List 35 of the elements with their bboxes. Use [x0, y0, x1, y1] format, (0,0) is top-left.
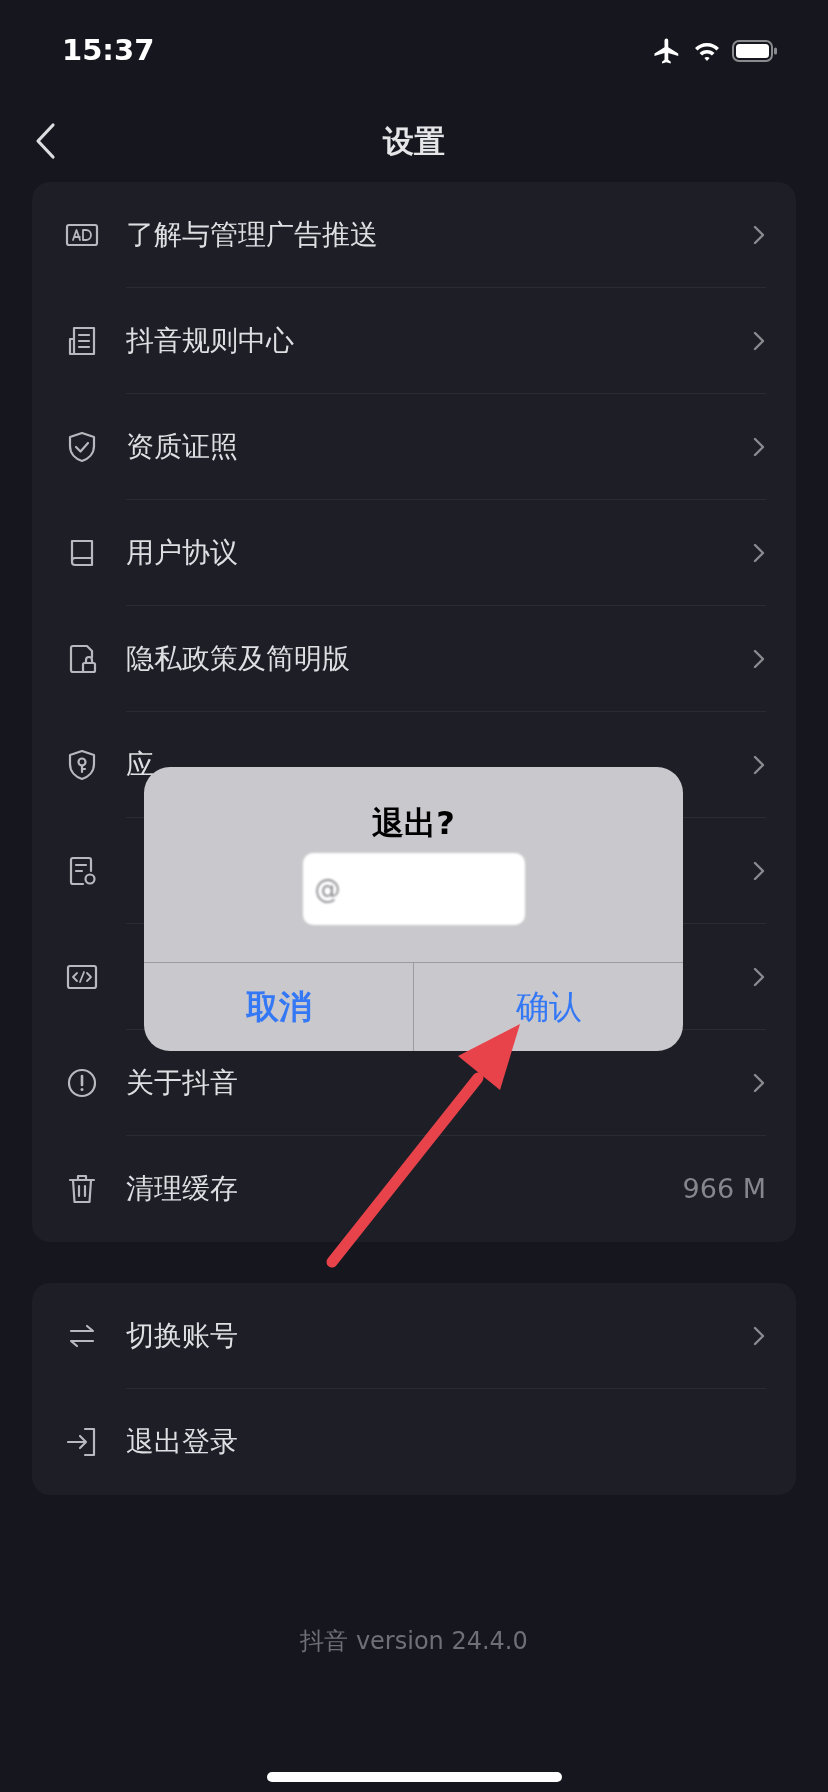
row-label: 关于抖音 [126, 1064, 238, 1101]
status-time: 15:37 [62, 32, 155, 70]
row-label: 清理缓存 [126, 1171, 238, 1207]
chevron-right-icon [752, 647, 766, 670]
row-label: 切换账号 [126, 1317, 238, 1354]
chevron-right-icon [752, 435, 766, 458]
chevron-right-icon [752, 753, 766, 776]
settings-row[interactable]: 了解与管理广告推送 [32, 182, 796, 288]
row-label: 退出登录 [126, 1424, 238, 1460]
settings-row[interactable]: 隐私政策及简明版 [32, 606, 796, 712]
row-label: 了解与管理广告推送 [126, 216, 378, 253]
row-label: 资质证照 [126, 428, 238, 465]
chevron-right-icon [752, 859, 766, 882]
settings-row[interactable]: 抖音规则中心 [32, 288, 796, 394]
dialog-subtitle: @ [314, 872, 341, 906]
battery-icon [732, 39, 778, 63]
page-title: 设置 [383, 121, 445, 161]
chevron-right-icon [752, 223, 766, 246]
row-label: 抖音规则中心 [126, 322, 294, 359]
row-value: 966 M [682, 1171, 766, 1206]
settings-row[interactable]: 退出登录 [32, 1389, 796, 1495]
settings-row[interactable]: 清理缓存 966 M [32, 1136, 796, 1242]
chevron-right-icon [752, 1071, 766, 1094]
chevron-right-icon [752, 965, 766, 988]
row-label: 隐私政策及简明版 [126, 640, 350, 677]
row-label: 应 [126, 746, 154, 783]
settings-row[interactable]: 用户协议 [32, 500, 796, 606]
dialog-title: 退出? [372, 803, 455, 844]
chevron-right-icon [752, 1324, 766, 1347]
chevron-right-icon [752, 329, 766, 352]
settings-row[interactable]: 资质证照 [32, 394, 796, 500]
settings-row[interactable]: 切换账号 [32, 1283, 796, 1389]
row-label: 用户协议 [126, 534, 238, 571]
version-text: 抖音 version 24.4.0 [300, 1626, 528, 1657]
chevron-right-icon [752, 541, 766, 564]
